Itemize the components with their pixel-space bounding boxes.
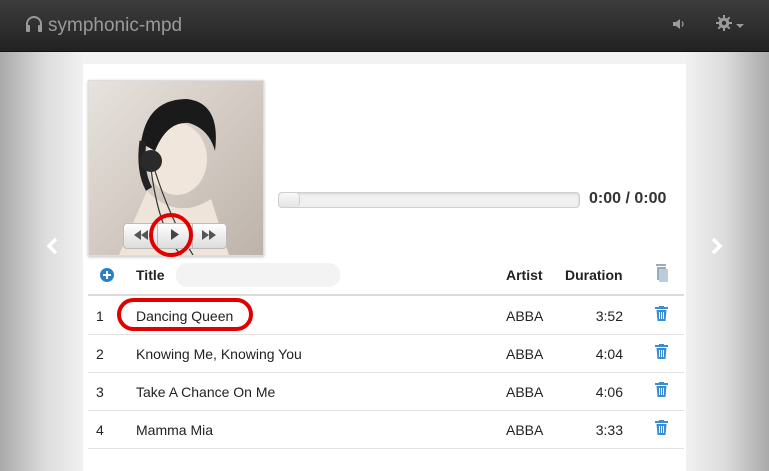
app-title: symphonic-mpd — [48, 15, 183, 36]
gear-icon — [716, 15, 732, 36]
track-artist: ABBA — [506, 308, 544, 324]
table-row[interactable]: 4 Mamma Mia ABBA 3:33 — [88, 410, 684, 449]
track-title[interactable]: Take A Chance On Me — [136, 384, 275, 400]
column-duration[interactable]: Duration — [565, 267, 623, 283]
trash-icon[interactable] — [655, 344, 668, 362]
fast-forward-icon — [202, 227, 217, 245]
volume-icon — [672, 18, 686, 35]
progress-fill — [279, 193, 300, 207]
progress-bar[interactable] — [278, 192, 580, 208]
track-title[interactable]: Mamma Mia — [136, 422, 213, 438]
track-artist: ABBA — [506, 384, 544, 400]
track-duration: 3:52 — [595, 308, 623, 324]
rewind-icon — [133, 227, 148, 245]
chevron-right-icon — [710, 237, 724, 260]
trash-stack-icon — [655, 264, 669, 286]
settings-menu-button[interactable] — [716, 15, 744, 36]
playlist-header: Title Artist Duration — [88, 258, 684, 294]
volume-button[interactable] — [672, 17, 686, 36]
track-artist: ABBA — [506, 346, 544, 362]
column-title[interactable]: Title — [136, 267, 165, 283]
trash-icon[interactable] — [655, 420, 668, 438]
brand[interactable]: symphonic-mpd — [24, 14, 182, 38]
column-artist[interactable]: Artist — [506, 267, 543, 283]
current-track-highlight — [117, 298, 253, 331]
chevron-down-icon — [736, 23, 744, 28]
track-duration: 4:06 — [595, 384, 623, 400]
track-number: 1 — [96, 308, 104, 324]
table-row[interactable]: 2 Knowing Me, Knowing You ABBA 4:04 — [88, 334, 684, 373]
clear-playlist-button[interactable] — [655, 263, 669, 286]
track-duration: 4:04 — [595, 346, 623, 362]
time-display: 0:00 / 0:00 — [589, 190, 667, 207]
track-title[interactable]: Knowing Me, Knowing You — [136, 346, 302, 362]
chevron-left-icon — [45, 237, 59, 260]
track-number: 2 — [96, 346, 104, 362]
play-button-highlight — [149, 213, 193, 257]
trash-icon[interactable] — [655, 306, 668, 324]
trash-icon[interactable] — [655, 382, 668, 400]
add-icon[interactable] — [100, 268, 114, 282]
track-number: 4 — [96, 422, 104, 438]
navbar: symphonic-mpd — [0, 0, 769, 52]
fast-forward-button[interactable] — [193, 224, 226, 248]
next-page-arrow[interactable] — [710, 236, 724, 261]
title-filter-input[interactable] — [176, 263, 340, 287]
table-row[interactable]: 3 Take A Chance On Me ABBA 4:06 — [88, 372, 684, 411]
previous-page-arrow[interactable] — [45, 236, 59, 261]
headphones-icon — [24, 14, 44, 39]
track-number: 3 — [96, 384, 104, 400]
track-artist: ABBA — [506, 422, 544, 438]
track-duration: 3:33 — [595, 422, 623, 438]
